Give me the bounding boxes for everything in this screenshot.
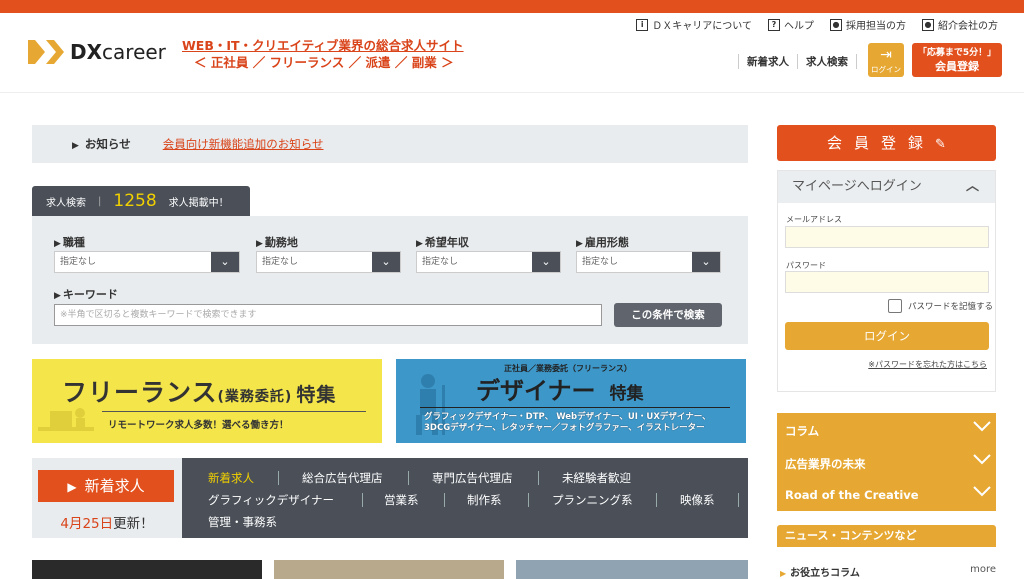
chevron-down-icon: ⌄ (211, 252, 239, 272)
header-register-button[interactable]: 「応募まで5分！」 会員登録 (912, 43, 1002, 77)
util-link-help[interactable]: ? ヘルプ (768, 17, 814, 32)
remember-checkbox[interactable] (888, 299, 902, 313)
person-icon: ● (830, 18, 842, 31)
select-employment[interactable]: 指定なし ⌄ (576, 251, 721, 273)
header-nav: 新着求人 求人検索 (738, 54, 857, 69)
accordion-industry-future[interactable]: 広告業界の未来 (785, 454, 993, 472)
field-label-salary: 希望年収 (416, 234, 469, 250)
chevron-down-icon (973, 454, 991, 465)
nav-job-search[interactable]: 求人検索 (797, 54, 857, 69)
notice-link[interactable]: 会員向け新機能追加のお知らせ (163, 136, 324, 152)
accordion-column[interactable]: コラム (785, 421, 993, 439)
field-label-employment: 雇用形態 (576, 234, 629, 250)
tagline-line2: ＜ 正社員 ／ フリーランス ／ 派遣 ／ 副業 ＞ (194, 55, 454, 70)
job-thumbnail[interactable] (32, 560, 262, 579)
category-link[interactable]: 営業系 (384, 492, 419, 508)
logo-text: DXcareer (70, 40, 166, 64)
forgot-password-link[interactable]: ※パスワードを忘れた方はこちら (868, 359, 987, 370)
job-category-panel: 新着求人 総合広告代理店 専門広告代理店 未経験者歓迎 グラフィックデザイナー … (182, 458, 748, 538)
email-field[interactable] (785, 226, 989, 248)
designer-feature-banner[interactable]: 正社員／業務委託（フリーランス） デザイナー 特集 グラフィックデザイナー・DTP… (396, 359, 746, 443)
triangle-right-icon: ▶ (780, 569, 787, 578)
util-link-about[interactable]: i ＤＸキャリアについて (636, 17, 752, 32)
login-panel: マイページへログイン ︿ メールアドレス パスワード パスワードを記憶する ログ… (777, 170, 996, 392)
category-link[interactable]: 管理・事務系 (208, 514, 277, 530)
chevron-down-icon: ⌄ (532, 252, 560, 272)
chevron-down-icon: ⌄ (372, 252, 400, 272)
news-item[interactable]: ▶ お役立ちコラム more (780, 564, 996, 579)
select-salary[interactable]: 指定なし ⌄ (416, 251, 561, 273)
category-link[interactable]: 専門広告代理店 (432, 470, 513, 486)
keyword-input[interactable]: ※半角で区切ると複数キーワードで検索できます (54, 304, 602, 326)
chevron-down-icon: ⌄ (692, 252, 720, 272)
help-icon: ? (768, 18, 780, 31)
freelance-feature-banner[interactable]: フリーランス(業務委託) 特集 リモートワーク求人多数！選べる働き方！ (32, 359, 382, 443)
accordion-road-of-creative[interactable]: Road of the Creative (785, 486, 993, 502)
nav-new-jobs[interactable]: 新着求人 (738, 54, 797, 69)
search-submit-button[interactable]: この条件で検索 (614, 303, 722, 327)
category-link[interactable]: プランニング系 (552, 492, 633, 508)
util-link-agency[interactable]: ● 紹介会社の方 (922, 17, 998, 32)
login-icon: ⇥ (880, 47, 892, 63)
notice-label: お知らせ (72, 136, 131, 152)
password-field[interactable] (785, 271, 989, 293)
field-label-location: 勤務地 (256, 234, 298, 250)
category-link[interactable]: 総合広告代理店 (302, 470, 383, 486)
person-icon: ● (922, 18, 934, 31)
tagline-line1[interactable]: WEB・IT・クリエイティブ業界の総合求人サイト (182, 37, 464, 54)
info-icon: i (636, 18, 649, 31)
category-link[interactable]: 新着求人 (208, 470, 254, 486)
category-link[interactable]: 制作系 (467, 492, 502, 508)
site-header: DXcareer WEB・IT・クリエイティブ業界の総合求人サイト ＜ 正社員 … (0, 13, 1024, 93)
dx-logo-icon (28, 40, 64, 64)
remember-password[interactable]: パスワードを記憶する (888, 299, 993, 313)
utility-links: i ＤＸキャリアについて ? ヘルプ ● 採用担当の方 ● 紹介会社の方 (636, 17, 998, 32)
notice-bar: お知らせ 会員向け新機能追加のお知らせ (32, 125, 748, 163)
chevron-down-icon (973, 486, 991, 497)
chevron-down-icon (973, 421, 991, 432)
news-header: ニュース・コンテンツなど (777, 525, 996, 547)
more-link[interactable]: more (970, 564, 996, 575)
sidebar-register-button[interactable]: 会員登録✎ (777, 125, 996, 161)
email-label: メールアドレス (786, 215, 842, 224)
util-link-recruiter[interactable]: ● 採用担当の方 (830, 17, 906, 32)
pencil-icon: ✎ (935, 137, 946, 152)
field-label-job-type: 職種 (54, 234, 85, 250)
sidebar-accordion: コラム 広告業界の未来 Road of the Creative (777, 413, 996, 511)
category-link[interactable]: 未経験者歓迎 (562, 470, 631, 486)
password-label: パスワード (786, 261, 826, 270)
select-job-type[interactable]: 指定なし ⌄ (54, 251, 240, 273)
login-panel-header[interactable]: マイページへログイン ︿ (778, 171, 995, 203)
category-link[interactable]: 映像系 (680, 492, 715, 508)
category-link[interactable]: グラフィックデザイナー (208, 492, 334, 508)
header-login-button[interactable]: ⇥ ログイン (868, 43, 904, 77)
update-date: 4月25日更新！ (60, 516, 154, 532)
chevron-up-icon: ︿ (965, 179, 979, 194)
field-label-keyword: キーワード (54, 286, 118, 302)
top-accent-bar (0, 0, 1024, 13)
job-count: 1258 (113, 191, 157, 211)
search-panel: 職種 指定なし⌄ 勤務地 指定なし⌄ 希望年収 指定なし⌄ 雇用形態 指定なし⌄… (32, 216, 748, 344)
sidebar-login-button[interactable]: ログイン (785, 322, 989, 350)
site-tagline: WEB・IT・クリエイティブ業界の総合求人サイト ＜ 正社員 ／ フリーランス … (182, 37, 464, 71)
job-thumbnail[interactable] (274, 560, 504, 579)
select-location[interactable]: 指定なし ⌄ (256, 251, 401, 273)
site-logo[interactable]: DXcareer (28, 37, 166, 67)
search-tab: 求人検索 | 1258 求人掲載中！ (32, 186, 250, 216)
new-jobs-button[interactable]: 新着求人 (38, 470, 174, 502)
job-thumbnail[interactable] (516, 560, 748, 579)
